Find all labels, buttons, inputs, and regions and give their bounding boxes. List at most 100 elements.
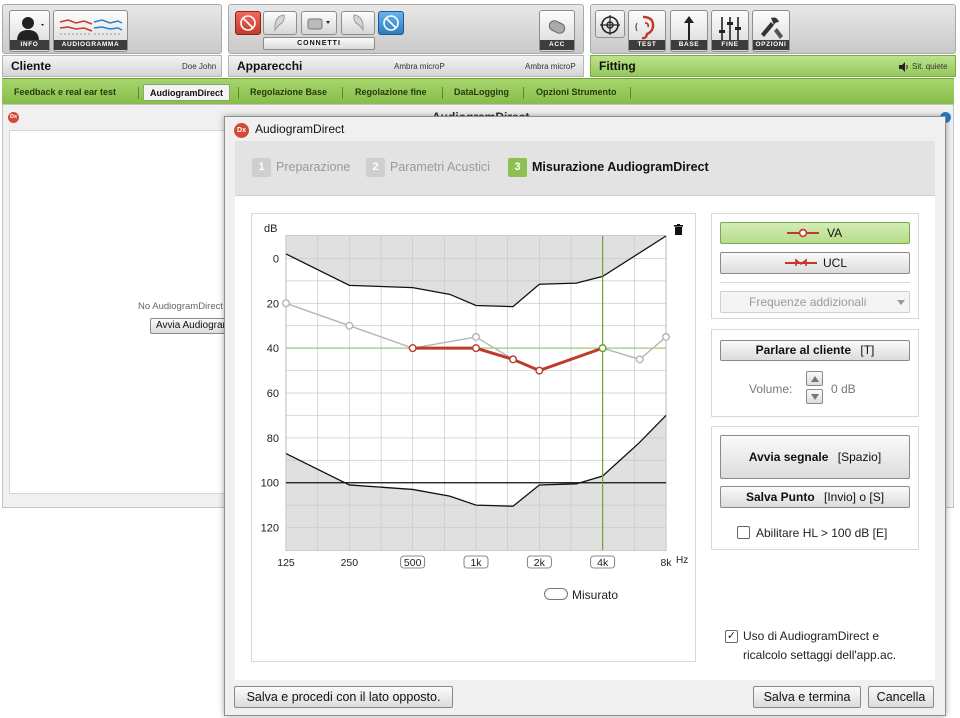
y-tick-label: 80 <box>267 433 279 445</box>
save-and-continue-opposite-button[interactable]: Salva e procedi con il lato opposto. <box>234 686 453 708</box>
va-curve-button[interactable]: VA <box>720 222 910 244</box>
tab-separator <box>238 87 239 99</box>
base-button[interactable]: BASE <box>670 10 708 52</box>
talk-to-client-button[interactable]: Parlare al cliente [T] <box>720 340 910 361</box>
fitting-header[interactable]: Fitting Sit. quiete <box>590 55 956 77</box>
dialog-content: 0 20 40 60 80 100 120 125 250 500 1k 2k 4k 8k dB Hz … <box>235 196 935 680</box>
sliders-icon <box>719 17 741 40</box>
audiogramma-label: AUDIOGRAMMA <box>54 40 127 50</box>
tab-separator <box>630 87 631 99</box>
background-audiogram-area <box>9 130 227 494</box>
chart-xlabel: Hz <box>676 555 688 566</box>
reference-point <box>345 321 354 330</box>
tab-separator <box>342 87 343 99</box>
tab-separator <box>523 87 524 99</box>
hearing-aid-icon <box>353 14 364 32</box>
tab-regolazione-base[interactable]: Regolazione Base <box>244 84 333 101</box>
wizard-steps: 1 Preparazione 2 Parametri Acustici 3 Mi… <box>235 141 935 196</box>
audiogram-chart[interactable]: 0 20 40 60 80 100 120 125 250 500 1k 2k 4k 8k dB Hz <box>252 214 697 663</box>
x-tick-label: 250 <box>341 557 359 569</box>
user-icon <box>16 17 44 41</box>
step-2-label[interactable]: Parametri Acustici <box>390 160 490 174</box>
ear-off-icon <box>240 15 256 31</box>
save-point-shortcut: [Invio] o [S] <box>824 490 885 504</box>
x-tick-label: 2k <box>534 557 546 569</box>
dialog-title: AudiogramDirect <box>255 122 345 136</box>
divider <box>720 282 910 283</box>
enable-hl-label: Abilitare HL > 100 dB [E] <box>756 526 888 540</box>
step-1-number: 1 <box>252 158 271 177</box>
fine-button[interactable]: FINE <box>711 10 749 52</box>
test-label: TEST <box>629 40 665 50</box>
audiogramma-button[interactable]: AUDIOGRAMMA <box>53 10 128 52</box>
chevron-down-icon <box>811 394 819 400</box>
programmer-button[interactable] <box>301 11 337 35</box>
cancel-button[interactable]: Cancella <box>868 686 934 708</box>
fitting-status: Sit. quiete <box>912 62 948 71</box>
accessory-icon <box>548 20 566 34</box>
audiogramdirect-dialog: Dx AudiogramDirect 1 Preparazione 2 Para… <box>224 116 946 716</box>
cliente-header[interactable]: Cliente Doe John <box>2 55 222 77</box>
no-audiogram-text: No AudiogramDirect <box>138 301 224 312</box>
target-button[interactable] <box>595 10 625 38</box>
talk-label: Parlare al cliente <box>755 343 852 357</box>
volume-value: 0 dB <box>831 382 856 396</box>
opzioni-button[interactable]: OPZIONI <box>752 10 790 52</box>
save-and-finish-button[interactable]: Salva e termina <box>753 686 861 708</box>
tab-regolazione-fine[interactable]: Regolazione fine <box>349 84 433 101</box>
volume-label: Volume: <box>749 382 793 396</box>
enable-hl-checkbox[interactable] <box>737 526 750 539</box>
left-ear-mute-button[interactable] <box>378 11 404 35</box>
va_measured-point <box>408 344 417 353</box>
talk-group: Parlare al cliente [T] Volume: 0 dB <box>711 329 919 417</box>
volume-up-button[interactable] <box>806 371 823 386</box>
curve-selector-group: VA UCL Frequenze addizionali <box>711 213 919 319</box>
x-tick-label: 500 <box>404 557 422 569</box>
tab-opzioni-strumento[interactable]: Opzioni Strumento <box>530 84 623 101</box>
start-signal-label: Avvia segnale <box>748 450 829 464</box>
left-hearing-aid-button[interactable] <box>341 11 375 35</box>
start-signal-button[interactable]: Avvia segnale [Spazio] <box>720 435 910 479</box>
audiogram-icon <box>59 19 122 35</box>
chevron-down-icon <box>897 300 905 305</box>
base-label: BASE <box>671 40 707 50</box>
ear-off-icon <box>383 15 399 31</box>
step-1-label[interactable]: Preparazione <box>276 160 350 174</box>
tab-feedback[interactable]: Feedback e real ear test <box>8 84 122 101</box>
tab-datalogging[interactable]: DataLogging <box>448 84 515 101</box>
step-3-number: 3 <box>508 158 527 177</box>
info-button[interactable]: INFO <box>9 10 50 52</box>
use-audiogramdirect-checkbox[interactable]: ✓ <box>725 630 738 643</box>
reference-point <box>635 355 644 364</box>
reference-point <box>282 299 291 308</box>
x-tick-label: 125 <box>277 557 295 569</box>
apparecchi-title: Apparecchi <box>237 59 303 73</box>
test-button[interactable]: TEST <box>628 10 666 52</box>
ucl-curve-button[interactable]: UCL <box>720 252 910 274</box>
connetti-button[interactable]: CONNETTI <box>263 37 375 50</box>
tab-separator <box>442 87 443 99</box>
reference-point <box>662 332 671 341</box>
step-3-label[interactable]: Misurazione AudiogramDirect <box>532 160 709 174</box>
additional-frequencies-select[interactable]: Frequenze addizionali <box>720 291 910 313</box>
va_measured-point <box>598 344 607 353</box>
x-tick-label: 1k <box>470 557 482 569</box>
apparecchi-header[interactable]: Apparecchi Ambra microP Ambra microP <box>228 55 584 77</box>
tab-audiogramdirect[interactable]: AudiogramDirect <box>143 84 231 101</box>
toolbar-devices-group: CONNETTI ACC <box>228 4 584 54</box>
right-hearing-aid-button[interactable] <box>263 11 297 35</box>
tab-separator <box>138 87 139 99</box>
misurato-legend-swatch <box>544 588 568 600</box>
step-2-number: 2 <box>366 158 385 177</box>
y-tick-label: 20 <box>267 298 279 310</box>
save-point-button[interactable]: Salva Punto [Invio] o [S] <box>720 486 910 508</box>
right-ear-mute-button[interactable] <box>235 11 261 35</box>
ucl-label: UCL <box>823 256 848 270</box>
va_measured-point <box>535 366 544 375</box>
acc-button[interactable]: ACC <box>539 10 575 52</box>
volume-down-button[interactable] <box>806 389 823 404</box>
reference-point <box>471 332 480 341</box>
right-ear-badge: Dx <box>8 112 19 123</box>
trash-icon[interactable] <box>674 224 683 235</box>
va_measured-point <box>509 355 518 364</box>
